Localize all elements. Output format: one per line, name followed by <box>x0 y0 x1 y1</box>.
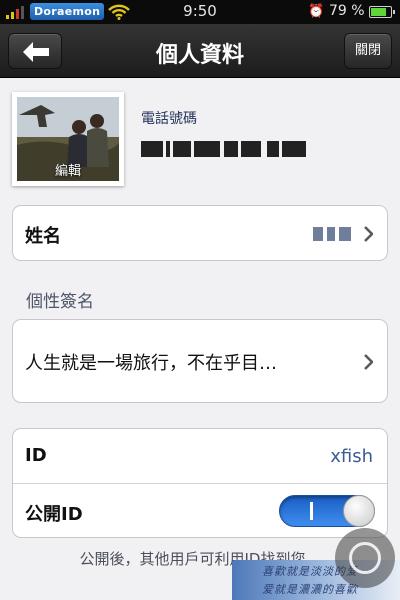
chevron-right-icon <box>364 354 373 370</box>
public-id-label: 公開ID <box>25 504 83 525</box>
chevron-right-icon <box>364 226 373 242</box>
phone-number-label: 電話號碼 <box>141 111 197 127</box>
phone-number-value-redacted <box>141 138 331 160</box>
page-title: 個人資料 <box>155 43 244 68</box>
battery-percentage: 79 % <box>329 3 365 19</box>
name-value-redacted <box>313 227 351 241</box>
profile-photo: 編輯 <box>17 97 119 181</box>
alarm-icon: ⏰ <box>308 4 325 19</box>
navigation-bar: 個人資料 關閉 <box>0 24 400 78</box>
id-row: ID xfish <box>13 429 387 484</box>
id-settings-group: ID xfish 公開ID <box>12 428 388 538</box>
toggle-knob[interactable] <box>343 495 375 527</box>
battery-level-fill <box>371 8 386 16</box>
assistive-touch-icon <box>349 542 381 574</box>
battery-icon <box>369 6 395 18</box>
signature-section-heading: 個性簽名 <box>26 292 94 312</box>
status-bar: Doraemon 9:50 ⏰ 79 % <box>0 0 400 24</box>
watermark-line-2: 爱就是濃濃的喜歡 <box>262 583 358 596</box>
toggle-on-indicator <box>310 502 313 520</box>
edit-photo-label: 編輯 <box>54 164 81 179</box>
signature-row[interactable]: 人生就是一場旅行，不在乎目… <box>12 319 388 403</box>
name-label: 姓名 <box>25 226 61 247</box>
close-button[interactable]: 關閉 <box>344 33 392 69</box>
id-value: xfish <box>330 446 373 467</box>
signature-text: 人生就是一場旅行，不在乎目… <box>25 353 277 374</box>
public-id-row: 公開ID <box>13 484 387 539</box>
assistive-touch-button[interactable] <box>335 528 395 588</box>
id-label: ID <box>25 445 47 466</box>
avatar[interactable]: 編輯 <box>12 92 124 186</box>
public-id-toggle[interactable] <box>279 495 375 527</box>
name-row[interactable]: 姓名 <box>12 205 388 261</box>
